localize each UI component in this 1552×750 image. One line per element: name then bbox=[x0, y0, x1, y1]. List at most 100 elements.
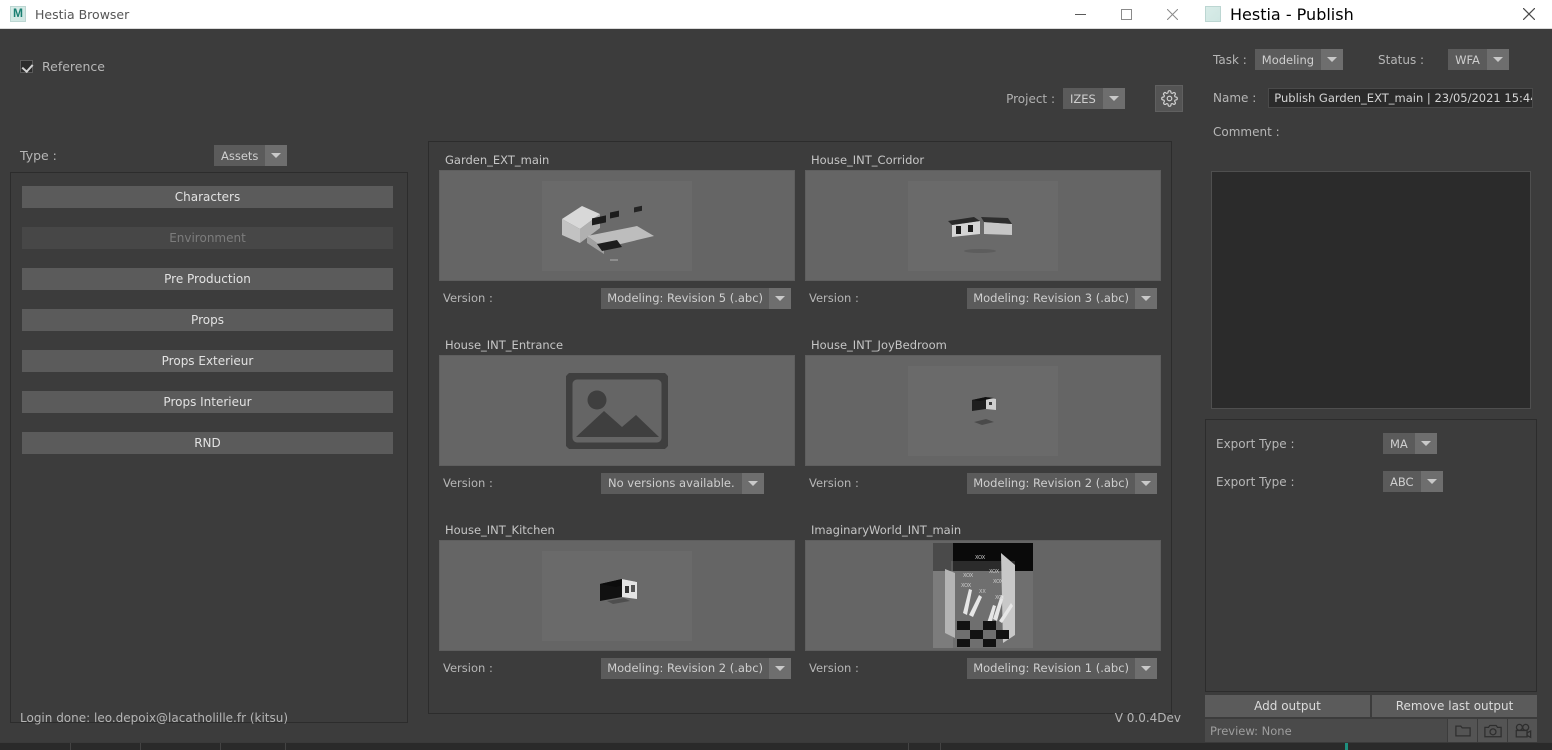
chevron-down-icon[interactable] bbox=[742, 473, 764, 494]
chevron-down-icon[interactable] bbox=[769, 288, 791, 309]
version-dropdown[interactable]: Modeling: Revision 2 (.abc) bbox=[601, 658, 791, 679]
asset-grid: Garden_EXT_main bbox=[439, 150, 1161, 705]
project-selector-row: Project : IZES bbox=[1006, 85, 1183, 112]
chevron-down-icon[interactable] bbox=[1321, 49, 1343, 70]
maximize-icon[interactable] bbox=[1103, 0, 1149, 29]
asset-card[interactable]: House_INT_JoyBedroom bbox=[805, 335, 1161, 520]
svg-text:XOX: XOX bbox=[975, 555, 986, 561]
comment-label-row: Comment : bbox=[1213, 125, 1280, 139]
type-dropdown[interactable]: Assets bbox=[214, 145, 397, 166]
asset-thumbnail[interactable] bbox=[439, 355, 795, 466]
remove-last-output-button[interactable]: Remove last output bbox=[1372, 695, 1537, 717]
asset-card[interactable]: House_INT_Entrance Version : No ver bbox=[439, 335, 795, 520]
asset-thumbnail[interactable] bbox=[439, 170, 795, 281]
asset-grid-panel: Garden_EXT_main bbox=[428, 141, 1172, 714]
version-label: Version : bbox=[809, 291, 859, 305]
close-icon[interactable] bbox=[1506, 0, 1552, 29]
chevron-down-icon[interactable] bbox=[769, 658, 791, 679]
maya-app-icon bbox=[10, 6, 26, 22]
task-value: Modeling bbox=[1255, 49, 1321, 70]
task-label: Task : bbox=[1213, 53, 1247, 67]
asset-version-row: Version : Modeling: Revision 1 (.abc) bbox=[805, 651, 1161, 685]
chevron-down-icon[interactable] bbox=[1415, 433, 1437, 454]
reference-checkbox[interactable]: Reference bbox=[20, 59, 105, 74]
version-label: Version : bbox=[443, 661, 493, 675]
version-label: Version : bbox=[443, 291, 493, 305]
browser-body: Reference Project : IZES Type : bbox=[0, 29, 1195, 742]
status-value: WFA bbox=[1448, 49, 1487, 70]
export-type-dropdown-2[interactable]: ABC bbox=[1383, 471, 1528, 492]
version-dropdown[interactable]: Modeling: Revision 1 (.abc) bbox=[967, 658, 1157, 679]
gear-icon[interactable] bbox=[1155, 85, 1183, 112]
chevron-down-icon[interactable] bbox=[265, 145, 287, 166]
publish-window-title: Hestia - Publish bbox=[1230, 5, 1354, 24]
close-icon[interactable] bbox=[1149, 0, 1195, 29]
export-type-row-1: Export Type : MA bbox=[1216, 433, 1528, 454]
version-value: Modeling: Revision 3 (.abc) bbox=[967, 288, 1135, 309]
asset-card[interactable]: Garden_EXT_main bbox=[439, 150, 795, 335]
category-button-characters[interactable]: Characters bbox=[22, 186, 393, 208]
version-value: Modeling: Revision 2 (.abc) bbox=[601, 658, 769, 679]
category-button-props[interactable]: Props bbox=[22, 309, 393, 331]
add-output-button[interactable]: Add output bbox=[1205, 695, 1370, 717]
chevron-down-icon[interactable] bbox=[1135, 658, 1157, 679]
asset-thumbnail[interactable] bbox=[805, 355, 1161, 466]
category-button-props-exterieur[interactable]: Props Exterieur bbox=[22, 350, 393, 372]
version-label: Version : bbox=[809, 661, 859, 675]
hestia-publish-window: Hestia - Publish Task : Modeling Status … bbox=[1195, 0, 1552, 742]
folder-icon[interactable] bbox=[1447, 719, 1477, 742]
chevron-down-icon[interactable] bbox=[1135, 473, 1157, 494]
name-input[interactable]: Publish Garden_EXT_main | 23/05/2021 15:… bbox=[1268, 88, 1533, 108]
asset-card[interactable]: House_INT_Kitchen bbox=[439, 520, 795, 705]
checkbox-box[interactable] bbox=[20, 60, 33, 73]
chevron-down-icon[interactable] bbox=[1421, 471, 1443, 492]
kitchen-3d-viewport bbox=[542, 551, 692, 641]
chevron-down-icon[interactable] bbox=[1103, 88, 1125, 109]
minimize-icon[interactable] bbox=[1057, 0, 1103, 29]
asset-card[interactable]: ImaginaryWorld_INT_main bbox=[805, 520, 1161, 705]
version-label: Version : bbox=[443, 476, 493, 490]
version-value: Modeling: Revision 1 (.abc) bbox=[967, 658, 1135, 679]
version-dropdown[interactable]: Modeling: Revision 5 (.abc) bbox=[601, 288, 791, 309]
asset-thumbnail[interactable] bbox=[439, 540, 795, 651]
export-type-dropdown-1[interactable]: MA bbox=[1383, 433, 1528, 454]
project-label: Project : bbox=[1006, 92, 1055, 106]
corridor-3d-viewport bbox=[908, 181, 1058, 271]
export-type-value: MA bbox=[1383, 433, 1415, 454]
asset-version-row: Version : Modeling: Revision 5 (.abc) bbox=[439, 281, 795, 315]
window-controls bbox=[1057, 0, 1195, 29]
chevron-down-icon[interactable] bbox=[1135, 288, 1157, 309]
house-garden-3d-viewport bbox=[542, 181, 692, 271]
asset-thumbnail[interactable] bbox=[805, 170, 1161, 281]
version-dropdown[interactable]: Modeling: Revision 2 (.abc) bbox=[967, 473, 1157, 494]
asset-name: ImaginaryWorld_INT_main bbox=[805, 520, 1161, 540]
preview-field: Preview: None bbox=[1205, 719, 1447, 742]
category-button-rnd[interactable]: RND bbox=[22, 432, 393, 454]
version-label: Version : bbox=[809, 476, 859, 490]
version-dropdown[interactable]: Modeling: Revision 3 (.abc) bbox=[967, 288, 1157, 309]
video-camera-icon[interactable] bbox=[1507, 719, 1537, 742]
output-buttons-row: Add output Remove last output bbox=[1205, 695, 1537, 717]
comment-textarea[interactable] bbox=[1211, 171, 1531, 409]
version-dropdown[interactable]: No versions available. bbox=[601, 473, 791, 494]
asset-name: House_INT_Entrance bbox=[439, 335, 795, 355]
chevron-down-icon[interactable] bbox=[1487, 49, 1509, 70]
asset-version-row: Version : No versions available. bbox=[439, 466, 795, 500]
export-type-label: Export Type : bbox=[1216, 475, 1295, 489]
asset-card[interactable]: House_INT_Corridor bbox=[805, 150, 1161, 335]
project-dropdown[interactable]: IZES bbox=[1063, 88, 1145, 109]
version-value: Modeling: Revision 5 (.abc) bbox=[601, 288, 769, 309]
asset-thumbnail[interactable]: XOX XOX XOX XOX XOX XX XOX bbox=[805, 540, 1161, 651]
camera-icon[interactable] bbox=[1477, 719, 1507, 742]
export-type-label: Export Type : bbox=[1216, 437, 1295, 451]
category-panel: Characters Environment Pre Production Pr… bbox=[10, 172, 408, 723]
category-button-pre-production[interactable]: Pre Production bbox=[22, 268, 393, 290]
version-value: Modeling: Revision 2 (.abc) bbox=[967, 473, 1135, 494]
browser-titlebar: Hestia Browser bbox=[0, 0, 1195, 29]
status-dropdown[interactable]: WFA bbox=[1448, 49, 1526, 70]
task-dropdown[interactable]: Modeling bbox=[1255, 49, 1360, 70]
taskbar[interactable] bbox=[0, 742, 1552, 750]
category-button-props-interieur[interactable]: Props Interieur bbox=[22, 391, 393, 413]
comment-label: Comment : bbox=[1213, 125, 1280, 139]
name-row: Name : Publish Garden_EXT_main | 23/05/2… bbox=[1213, 88, 1533, 108]
